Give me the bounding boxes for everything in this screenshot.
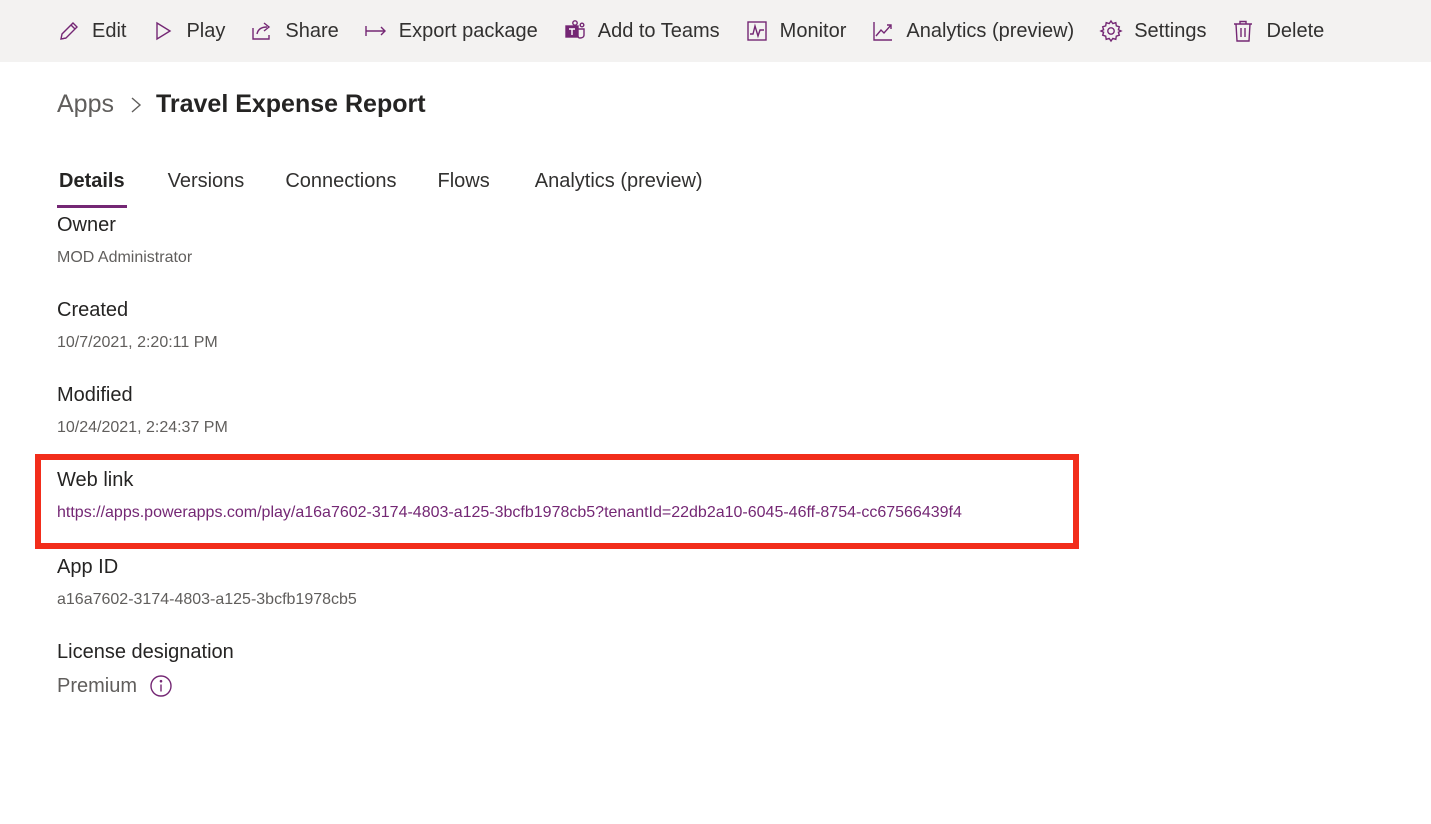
monitor-label: Monitor	[779, 19, 847, 42]
tab-versions[interactable]: Versions	[168, 166, 245, 205]
tab-flows[interactable]: Flows	[438, 166, 490, 205]
web-link-url[interactable]: https://apps.powerapps.com/play/a16a7602…	[57, 504, 962, 522]
owner-label: Owner	[57, 214, 116, 236]
tab-analytics[interactable]: Analytics (preview)	[535, 166, 703, 205]
export-package-button[interactable]: Export package	[363, 11, 538, 51]
add-to-teams-button[interactable]: Add to Teams	[562, 11, 720, 51]
edit-button[interactable]: Edit	[56, 11, 126, 51]
pencil-icon	[56, 18, 82, 44]
gear-icon	[1098, 18, 1124, 44]
owner-value: MOD Administrator	[57, 249, 193, 266]
delete-label: Delete	[1266, 19, 1325, 42]
delete-button[interactable]: Delete	[1230, 11, 1324, 51]
play-label: Play	[186, 19, 226, 42]
breadcrumb-apps-link[interactable]: Apps	[57, 90, 114, 119]
license-value: Premium	[57, 674, 138, 697]
license-label: License designation	[57, 641, 234, 663]
created-label: Created	[57, 299, 129, 321]
play-icon	[150, 18, 176, 44]
edit-label: Edit	[92, 19, 127, 42]
trash-icon	[1230, 18, 1256, 44]
modified-label: Modified	[57, 384, 133, 406]
created-value: 10/7/2021, 2:20:11 PM	[57, 334, 218, 351]
play-button[interactable]: Play	[150, 11, 225, 51]
share-icon	[249, 18, 275, 44]
monitor-icon	[744, 18, 770, 44]
monitor-button[interactable]: Monitor	[744, 11, 847, 51]
modified-field: Modified 10/24/2021, 2:24:37 PM	[57, 384, 228, 437]
share-button[interactable]: Share	[249, 11, 339, 51]
app-id-label: App ID	[57, 556, 119, 578]
analytics-button[interactable]: Analytics (preview)	[870, 11, 1074, 51]
web-link-label: Web link	[57, 469, 134, 491]
add-to-teams-label: Add to Teams	[597, 19, 720, 42]
app-id-field: App ID a16a7602-3174-4803-a125-3bcfb1978…	[57, 556, 357, 609]
analytics-icon	[870, 18, 896, 44]
command-bar: Edit Play Share Export package Add to Te…	[0, 0, 1431, 62]
settings-button[interactable]: Settings	[1098, 11, 1206, 51]
chevron-right-icon	[130, 96, 142, 114]
owner-field: Owner MOD Administrator	[57, 214, 192, 267]
breadcrumb: Apps Travel Expense Report	[57, 90, 426, 119]
share-label: Share	[285, 19, 339, 42]
web-link-field: Web link https://apps.powerapps.com/play…	[57, 469, 962, 522]
info-icon[interactable]	[149, 674, 173, 698]
app-id-value: a16a7602-3174-4803-a125-3bcfb1978cb5	[57, 591, 357, 608]
export-icon	[363, 18, 389, 44]
tab-details[interactable]: Details	[57, 166, 127, 208]
settings-label: Settings	[1134, 19, 1207, 42]
created-field: Created 10/7/2021, 2:20:11 PM	[57, 299, 218, 352]
analytics-label: Analytics (preview)	[906, 19, 1075, 42]
export-package-label: Export package	[398, 19, 538, 42]
tab-bar: Details Versions Connections Flows Analy…	[57, 166, 744, 208]
tab-connections[interactable]: Connections	[285, 166, 396, 205]
modified-value: 10/24/2021, 2:24:37 PM	[57, 419, 228, 436]
license-field: License designation Premium	[57, 641, 234, 698]
teams-icon	[562, 18, 588, 44]
license-row: Premium	[57, 674, 234, 698]
page-title: Travel Expense Report	[155, 90, 426, 118]
